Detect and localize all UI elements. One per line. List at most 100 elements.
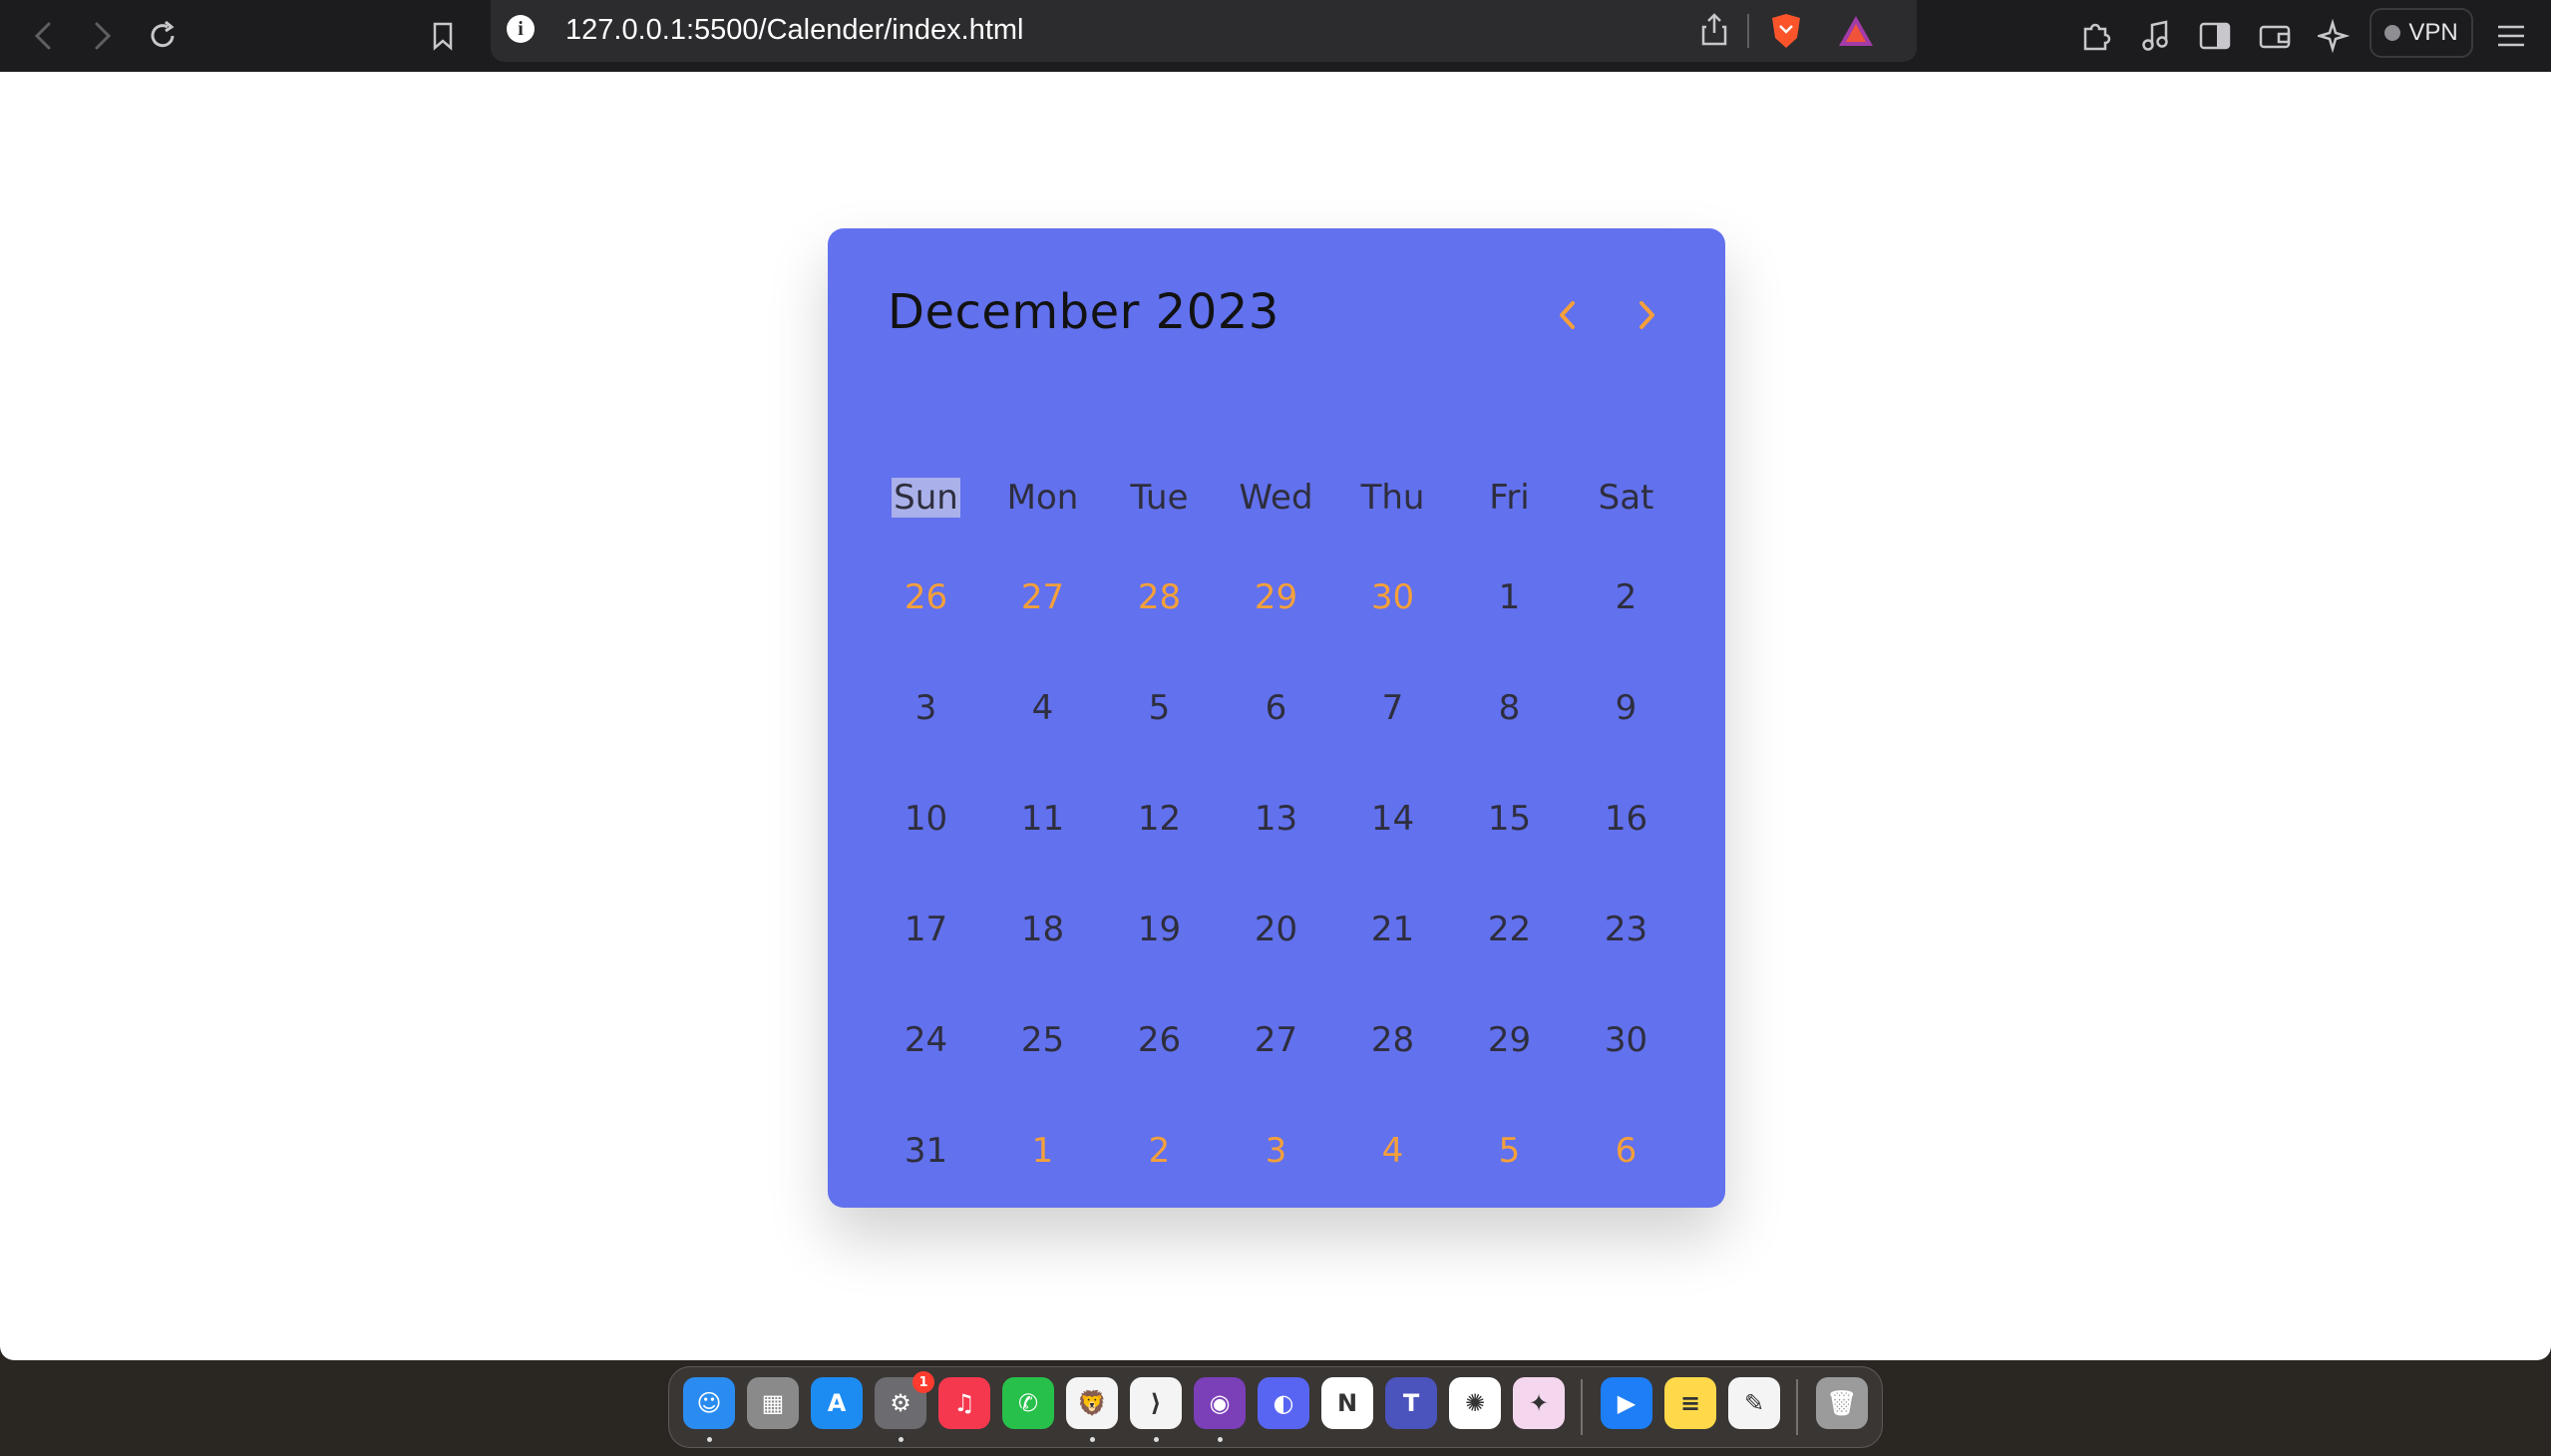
day-cell[interactable]: 23 xyxy=(1568,910,1684,949)
chatgpt-glyph: ✺ xyxy=(1464,1389,1486,1417)
reload-icon[interactable] xyxy=(139,12,186,60)
address-bar[interactable]: i 127.0.0.1:5500/Calender/index.html xyxy=(491,0,1917,62)
day-cell[interactable]: 25 xyxy=(984,1020,1101,1060)
day-cell[interactable]: 18 xyxy=(984,910,1101,949)
vscode-icon[interactable]: ⟩ xyxy=(1130,1377,1182,1429)
brave-icon[interactable]: 🦁 xyxy=(1066,1377,1118,1429)
weekday-label: Sat xyxy=(1598,478,1654,518)
day-cell-other-month[interactable]: 2 xyxy=(1101,1131,1218,1171)
leo-ai-icon[interactable] xyxy=(2311,12,2359,60)
brave-shields-icon[interactable] xyxy=(1769,12,1803,54)
bookmark-icon[interactable] xyxy=(419,12,467,60)
weekday-fri: Fri xyxy=(1451,478,1568,518)
day-cell[interactable]: 21 xyxy=(1334,910,1451,949)
music-icon[interactable]: ♫ xyxy=(938,1377,990,1429)
day-cell[interactable]: 7 xyxy=(1334,688,1451,728)
weekday-sun: Sun xyxy=(868,478,984,518)
prime-video-icon[interactable]: ▶ xyxy=(1601,1377,1652,1429)
day-cell-other-month[interactable]: 5 xyxy=(1451,1131,1568,1171)
day-cell-other-month[interactable]: 4 xyxy=(1334,1131,1451,1171)
github-desktop-icon[interactable]: ◉ xyxy=(1194,1377,1246,1429)
extensions-icon[interactable] xyxy=(2072,12,2120,60)
notion-glyph: N xyxy=(1336,1389,1358,1417)
vpn-button[interactable]: VPN xyxy=(2369,8,2473,58)
day-cell-other-month[interactable]: 29 xyxy=(1218,577,1334,617)
textedit-icon[interactable]: ✎ xyxy=(1728,1377,1780,1429)
notes-glyph: ≡ xyxy=(1679,1389,1701,1417)
chevron-right-icon xyxy=(1640,301,1654,329)
running-indicator xyxy=(1090,1437,1095,1442)
day-cell[interactable]: 1 xyxy=(1451,577,1568,617)
day-cell-other-month[interactable]: 28 xyxy=(1101,577,1218,617)
dock-separator xyxy=(1581,1379,1583,1435)
calendar-title: December 2023 xyxy=(888,284,1279,340)
day-cell[interactable]: 27 xyxy=(1218,1020,1334,1060)
day-cell[interactable]: 11 xyxy=(984,799,1101,839)
day-cell[interactable]: 14 xyxy=(1334,799,1451,839)
day-cell[interactable]: 29 xyxy=(1451,1020,1568,1060)
chatgpt-icon[interactable]: ✺ xyxy=(1449,1377,1501,1429)
day-cell[interactable]: 12 xyxy=(1101,799,1218,839)
day-cell[interactable]: 28 xyxy=(1334,1020,1451,1060)
vscode-glyph: ⟩ xyxy=(1150,1389,1162,1417)
day-cell-other-month[interactable]: 3 xyxy=(1218,1131,1334,1171)
trash-glyph: 🗑 xyxy=(1826,1389,1858,1417)
weekday-header: Sun Mon Tue Wed Thu Fri Sat xyxy=(828,478,1725,538)
day-cell[interactable]: 30 xyxy=(1568,1020,1684,1060)
trash-icon[interactable]: 🗑 xyxy=(1816,1377,1868,1429)
day-cell[interactable]: 20 xyxy=(1218,910,1334,949)
site-info-icon[interactable]: i xyxy=(507,15,535,43)
day-cell[interactable]: 15 xyxy=(1451,799,1568,839)
whatsapp-icon[interactable]: ✆ xyxy=(1002,1377,1054,1429)
launchpad-icon[interactable]: ▦ xyxy=(747,1377,799,1429)
running-indicator xyxy=(1218,1437,1223,1442)
running-indicator xyxy=(707,1437,712,1442)
notion-icon[interactable]: N xyxy=(1321,1377,1373,1429)
running-indicator xyxy=(899,1437,904,1442)
day-cell[interactable]: 22 xyxy=(1451,910,1568,949)
day-cell-other-month[interactable]: 1 xyxy=(984,1131,1101,1171)
sketch-icon[interactable]: ✦ xyxy=(1513,1377,1565,1429)
chevron-left-icon xyxy=(1560,301,1575,329)
forward-arrow-icon[interactable] xyxy=(78,12,126,60)
day-cell[interactable]: 10 xyxy=(868,799,984,839)
day-cell-other-month[interactable]: 26 xyxy=(868,577,984,617)
day-cell-other-month[interactable]: 27 xyxy=(984,577,1101,617)
system-settings-icon[interactable]: ⚙ 1 xyxy=(875,1371,934,1429)
dock-separator xyxy=(1796,1379,1798,1435)
prev-month-button[interactable] xyxy=(1543,290,1593,340)
day-cell[interactable]: 19 xyxy=(1101,910,1218,949)
brave-rewards-icon[interactable] xyxy=(1837,14,1875,52)
day-cell[interactable]: 26 xyxy=(1101,1020,1218,1060)
day-cell[interactable]: 8 xyxy=(1451,688,1568,728)
running-indicator xyxy=(1154,1437,1159,1442)
discord-icon[interactable]: ◐ xyxy=(1258,1377,1309,1429)
teams-icon[interactable]: T xyxy=(1385,1377,1437,1429)
app-store-icon[interactable]: A xyxy=(811,1377,863,1429)
day-cell[interactable]: 3 xyxy=(868,688,984,728)
menu-icon[interactable] xyxy=(2487,12,2535,60)
day-cell[interactable]: 17 xyxy=(868,910,984,949)
finder-icon[interactable]: ☺ xyxy=(683,1377,735,1429)
share-icon[interactable] xyxy=(1700,13,1728,51)
day-cell[interactable]: 9 xyxy=(1568,688,1684,728)
wallet-icon[interactable] xyxy=(2251,12,2299,60)
day-cell[interactable]: 31 xyxy=(868,1131,984,1171)
media-icon[interactable] xyxy=(2132,12,2180,60)
next-month-button[interactable] xyxy=(1622,290,1671,340)
vpn-label: VPN xyxy=(2408,19,2458,46)
notes-icon[interactable]: ≡ xyxy=(1664,1377,1716,1429)
back-arrow-icon[interactable] xyxy=(20,12,68,60)
day-cell[interactable]: 24 xyxy=(868,1020,984,1060)
day-cell[interactable]: 6 xyxy=(1218,688,1334,728)
sidebar-icon[interactable] xyxy=(2191,12,2239,60)
day-cell[interactable]: 16 xyxy=(1568,799,1684,839)
url-text[interactable]: 127.0.0.1:5500/Calender/index.html xyxy=(565,14,1023,47)
day-cell-other-month[interactable]: 30 xyxy=(1334,577,1451,617)
day-cell[interactable]: 4 xyxy=(984,688,1101,728)
day-cell[interactable]: 2 xyxy=(1568,577,1684,617)
day-cell[interactable]: 5 xyxy=(1101,688,1218,728)
music-glyph: ♫ xyxy=(953,1389,975,1417)
day-cell-other-month[interactable]: 6 xyxy=(1568,1131,1684,1171)
day-cell[interactable]: 13 xyxy=(1218,799,1334,839)
